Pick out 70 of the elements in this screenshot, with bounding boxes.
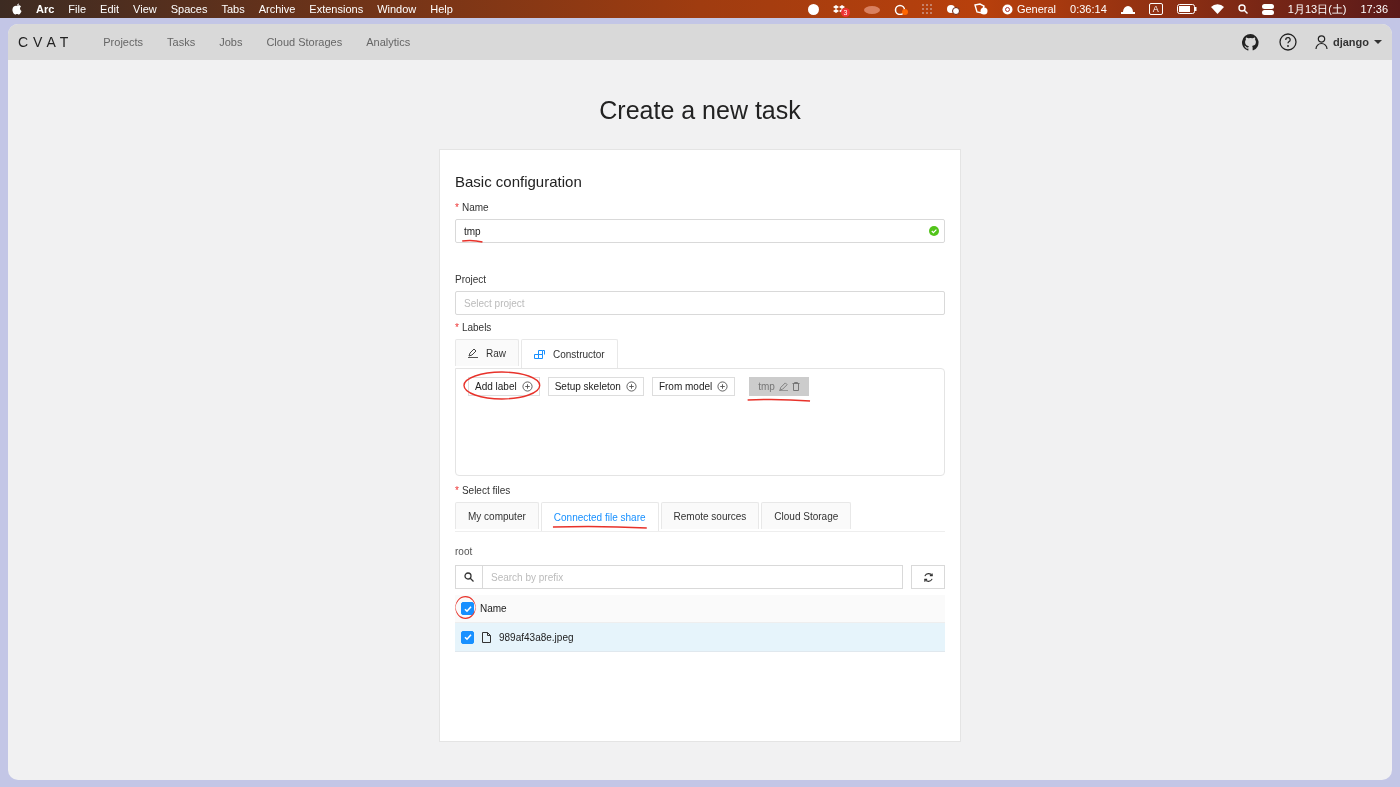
help-icon[interactable] xyxy=(1278,33,1297,51)
tab[interactable]: My computer xyxy=(455,502,539,529)
column-header: Name xyxy=(480,603,507,614)
user-menu[interactable]: django xyxy=(1314,35,1382,49)
label-action-button[interactable]: From model xyxy=(651,377,736,396)
menu-item[interactable]: Arc xyxy=(36,3,55,15)
caret-icon xyxy=(1374,39,1382,45)
label-action-button[interactable]: Add label xyxy=(468,377,540,396)
required-mark: * xyxy=(455,322,459,333)
file-icon xyxy=(482,631,491,643)
search-icon[interactable] xyxy=(1237,4,1248,14)
input-source-indicator[interactable]: A xyxy=(1148,3,1163,15)
menu-item[interactable]: View xyxy=(133,3,157,15)
menu-item[interactable]: Spaces xyxy=(170,3,208,15)
tab[interactable]: Cloud Storage xyxy=(761,502,852,529)
field-label: Project xyxy=(455,274,487,285)
focus-label: General xyxy=(1016,3,1057,15)
menu-item[interactable]: File xyxy=(68,3,87,15)
menu-item[interactable]: Tabs xyxy=(221,3,245,15)
refresh-icon xyxy=(922,571,934,583)
required-mark: * xyxy=(455,485,459,496)
user-icon xyxy=(1314,35,1328,49)
field-label: Name xyxy=(461,202,489,213)
label-action-button[interactable]: Setup skeleton xyxy=(547,377,644,396)
plus-circle-icon xyxy=(521,381,533,392)
toggle-icon[interactable] xyxy=(1261,3,1274,15)
menu-item[interactable]: Extensions xyxy=(309,3,364,15)
pencil-icon xyxy=(468,348,478,358)
folder-path: root xyxy=(455,546,474,557)
circle-icon[interactable] xyxy=(807,3,819,15)
tab[interactable]: Constructor xyxy=(521,339,618,368)
search-icon[interactable] xyxy=(464,572,474,582)
nav-link[interactable]: Analytics xyxy=(354,36,423,48)
page-title: Create a new task xyxy=(599,96,801,125)
checkbox[interactable] xyxy=(461,602,474,615)
apple-icon[interactable] xyxy=(12,3,22,15)
battery-icon[interactable] xyxy=(1176,4,1197,14)
menu-item[interactable]: Archive xyxy=(258,3,296,15)
hat-icon[interactable] xyxy=(1120,4,1135,14)
logo[interactable]: CVAT xyxy=(18,34,74,50)
file-name: 989af43a8e.jpeg xyxy=(499,631,574,643)
timer-text: 0:36:14 xyxy=(1070,3,1107,15)
sync-warning-icon[interactable] xyxy=(893,3,908,15)
menu-item[interactable]: Edit xyxy=(100,3,120,15)
timer-icon[interactable] xyxy=(1001,3,1013,15)
plus-circle-icon xyxy=(717,381,729,392)
box-stack-icon[interactable] xyxy=(832,3,845,15)
date-text: 1月13日(土) xyxy=(1287,1,1347,17)
time-text: 17:36 xyxy=(1360,3,1388,15)
field-label: Labels xyxy=(461,322,492,333)
nav-link[interactable]: Tasks xyxy=(155,36,208,48)
nav-link[interactable]: Jobs xyxy=(207,36,255,48)
menu-item[interactable]: Window xyxy=(377,3,417,15)
nav-link[interactable]: Projects xyxy=(91,36,155,48)
required-mark: * xyxy=(455,202,459,213)
refresh-button[interactable] xyxy=(911,565,945,589)
plus-circle-icon xyxy=(625,381,637,392)
menu-item[interactable]: Help xyxy=(430,3,453,15)
file-row[interactable]: 989af43a8e.jpeg xyxy=(455,623,945,652)
tab[interactable]: Remote sources xyxy=(660,502,760,529)
github-icon[interactable] xyxy=(1241,33,1259,51)
trash-icon[interactable] xyxy=(791,382,800,391)
field-label: Select files xyxy=(461,485,511,496)
blocks-icon xyxy=(534,349,545,359)
tab[interactable]: Raw xyxy=(455,339,519,366)
name-input[interactable]: tmp xyxy=(455,219,945,243)
section-title: Basic configuration xyxy=(455,173,583,190)
checkbox[interactable] xyxy=(461,630,474,644)
wifi-icon[interactable] xyxy=(1210,4,1224,14)
nav-link[interactable]: Cloud Storages xyxy=(254,36,355,48)
